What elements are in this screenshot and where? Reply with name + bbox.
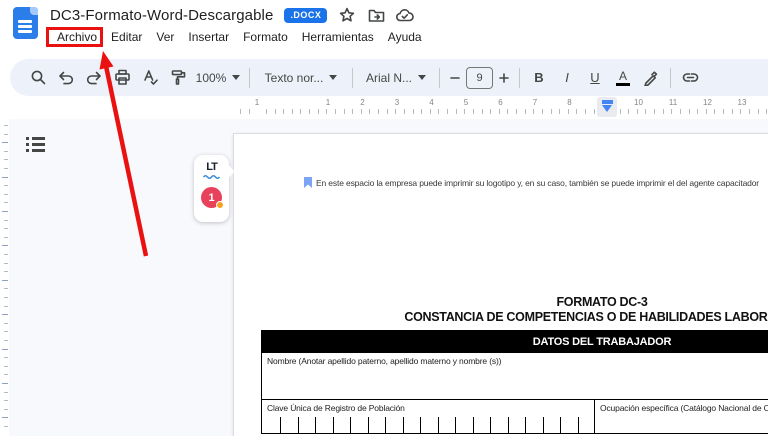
top-bar: DC3-Formato-Word-Descargable .DOCX Archi…: [0, 0, 768, 56]
document-page[interactable]: En este espacio la empresa puede imprimi…: [233, 133, 768, 436]
table-cell-curp[interactable]: Clave Única de Registro de Población: [262, 400, 595, 433]
italic-button[interactable]: I: [553, 65, 581, 91]
print-button[interactable]: [108, 65, 136, 91]
languagetool-widget[interactable]: LT 1: [194, 155, 235, 222]
table-row-curp: Clave Única de Registro de Población Ocu…: [261, 400, 768, 434]
underline-button[interactable]: U: [581, 65, 609, 91]
form-title-line2: CONSTANCIA DE COMPETENCIAS O DE HABILIDA…: [404, 310, 768, 324]
intro-paragraph: En este espacio la empresa puede imprimi…: [304, 177, 759, 188]
menu-ver[interactable]: Ver: [149, 28, 181, 46]
menu-ayuda[interactable]: Ayuda: [381, 28, 429, 46]
spellcheck-button[interactable]: [136, 65, 164, 91]
star-icon[interactable]: [338, 6, 356, 24]
document-outline-icon[interactable]: [26, 137, 48, 157]
chevron-down-icon: [232, 75, 241, 80]
table-section-header: DATOS DEL TRABAJADOR: [261, 330, 768, 353]
bold-button[interactable]: B: [525, 65, 553, 91]
google-docs-icon[interactable]: [13, 7, 38, 39]
undo-button[interactable]: [52, 65, 80, 91]
paint-format-button[interactable]: [164, 65, 192, 91]
table-cell-nombre[interactable]: Nombre (Anotar apellido paterno, apellid…: [261, 353, 768, 400]
highlight-color-button[interactable]: [637, 65, 665, 91]
search-menus-button[interactable]: [24, 65, 52, 91]
horizontal-ruler: 112345678910111213: [0, 96, 768, 119]
table-cell-ocupacion[interactable]: Ocupación específica (Catálogo Nacional …: [595, 400, 768, 433]
increase-font-size-button[interactable]: [494, 65, 514, 91]
docx-format-badge: .DOCX: [284, 7, 328, 23]
archivo-highlight-box: [46, 27, 103, 47]
toolbar: 100% Texto nor... Arial N... 9 B I U A: [10, 59, 768, 96]
curp-character-boxes: [262, 417, 594, 433]
font-size-input[interactable]: 9: [465, 65, 494, 91]
error-count-badge[interactable]: 1: [201, 187, 224, 209]
bookmark-icon: [304, 177, 312, 188]
menu-bar: Archivo Editar Ver Insertar Formato Herr…: [50, 28, 429, 46]
font-select[interactable]: Arial N...: [358, 65, 434, 91]
redo-button[interactable]: [80, 65, 108, 91]
form-title-line1: FORMATO DC-3: [556, 295, 648, 309]
vertical-ruler: [0, 119, 9, 436]
zoom-select[interactable]: 100%: [192, 65, 244, 91]
cloud-saved-icon[interactable]: [396, 6, 415, 24]
paragraph-style-select[interactable]: Texto nor...: [255, 65, 347, 91]
menu-insertar[interactable]: Insertar: [181, 28, 236, 46]
move-folder-icon[interactable]: [367, 6, 385, 24]
insert-link-icon[interactable]: [676, 65, 704, 91]
chevron-down-icon: [418, 75, 426, 80]
menu-herramientas[interactable]: Herramientas: [295, 28, 381, 46]
chevron-down-icon: [329, 75, 338, 80]
menu-formato[interactable]: Formato: [236, 28, 295, 46]
indent-marker[interactable]: [597, 97, 617, 117]
text-color-button[interactable]: A: [609, 65, 637, 91]
premium-dot-icon: [216, 201, 224, 209]
menu-editar[interactable]: Editar: [104, 28, 149, 46]
worker-data-table: DATOS DEL TRABAJADOR Nombre (Anotar apel…: [261, 330, 768, 434]
languagetool-logo: LT: [206, 161, 218, 173]
document-canvas: En este espacio la empresa puede imprimi…: [0, 119, 768, 436]
document-title[interactable]: DC3-Formato-Word-Descargable: [50, 7, 273, 24]
decrease-font-size-button[interactable]: [445, 65, 465, 91]
